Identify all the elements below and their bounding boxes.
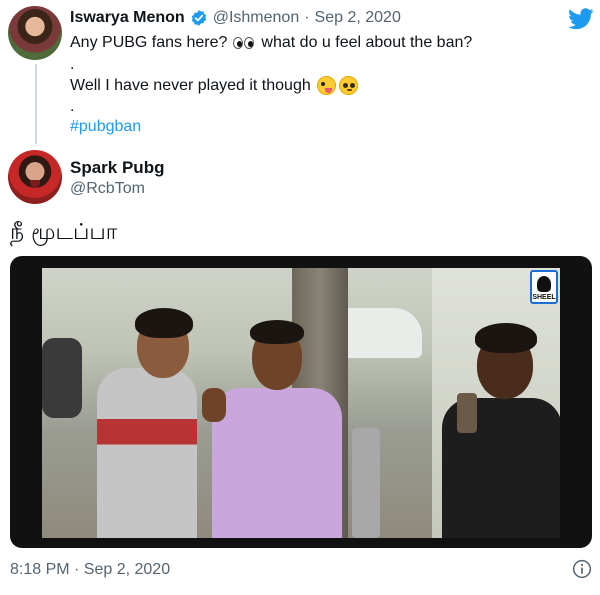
tweet-date[interactable]: Sep 2, 2020 bbox=[315, 9, 401, 27]
verified-badge-icon bbox=[191, 10, 206, 26]
separator-dot: · bbox=[304, 9, 310, 26]
tweet-text-line: Well I have never played it though bbox=[70, 76, 358, 95]
tweet-text-part: Any PUBG fans here? bbox=[70, 34, 228, 51]
tweet-text-dot: . bbox=[70, 56, 75, 73]
info-icon[interactable] bbox=[572, 559, 592, 579]
reply-author-name[interactable]: Spark Pubg bbox=[70, 158, 164, 178]
author-handle[interactable]: @Ishmenon bbox=[213, 9, 300, 27]
person-center bbox=[202, 318, 352, 538]
scene-bollard bbox=[352, 428, 380, 538]
tweet-card: Iswarya Menon @Ishmenon · Sep 2, 2020 An… bbox=[0, 0, 600, 595]
parent-tweet-header: Iswarya Menon @Ishmenon · Sep 2, 2020 bbox=[70, 8, 401, 28]
eyes-icon bbox=[233, 36, 255, 50]
tweet-text-dot: . bbox=[70, 98, 75, 115]
tweet-text-part: Well I have never played it though bbox=[70, 76, 311, 94]
channel-logo: SHEEL bbox=[530, 270, 558, 304]
twitter-bird-icon[interactable] bbox=[568, 8, 594, 30]
zany-face-icon bbox=[316, 76, 336, 95]
thread-connector-line bbox=[35, 64, 37, 144]
person-right bbox=[437, 323, 560, 538]
reply-author-handle[interactable]: @RcbTom bbox=[70, 180, 145, 198]
video-frame[interactable]: SHEEL bbox=[42, 268, 560, 538]
author-name[interactable]: Iswarya Menon bbox=[70, 9, 185, 27]
scene-motorbike bbox=[42, 338, 82, 418]
tweet-timestamp[interactable]: 8:18 PM · Sep 2, 2020 bbox=[10, 561, 170, 579]
avatar[interactable] bbox=[8, 150, 62, 204]
video-player[interactable]: SHEEL bbox=[10, 256, 592, 548]
channel-logo-text: SHEEL bbox=[532, 294, 556, 301]
avatar[interactable] bbox=[8, 6, 62, 60]
hashtag-link[interactable]: #pubgban bbox=[70, 118, 141, 136]
pleading-face-icon bbox=[338, 76, 358, 95]
tweet-text-line: Any PUBG fans here? what do u feel about… bbox=[70, 34, 472, 52]
reply-tweet-text: நீ மூடப்பா bbox=[10, 220, 118, 245]
person-left bbox=[97, 308, 207, 538]
tweet-text-part: what do u feel about the ban? bbox=[261, 34, 473, 51]
